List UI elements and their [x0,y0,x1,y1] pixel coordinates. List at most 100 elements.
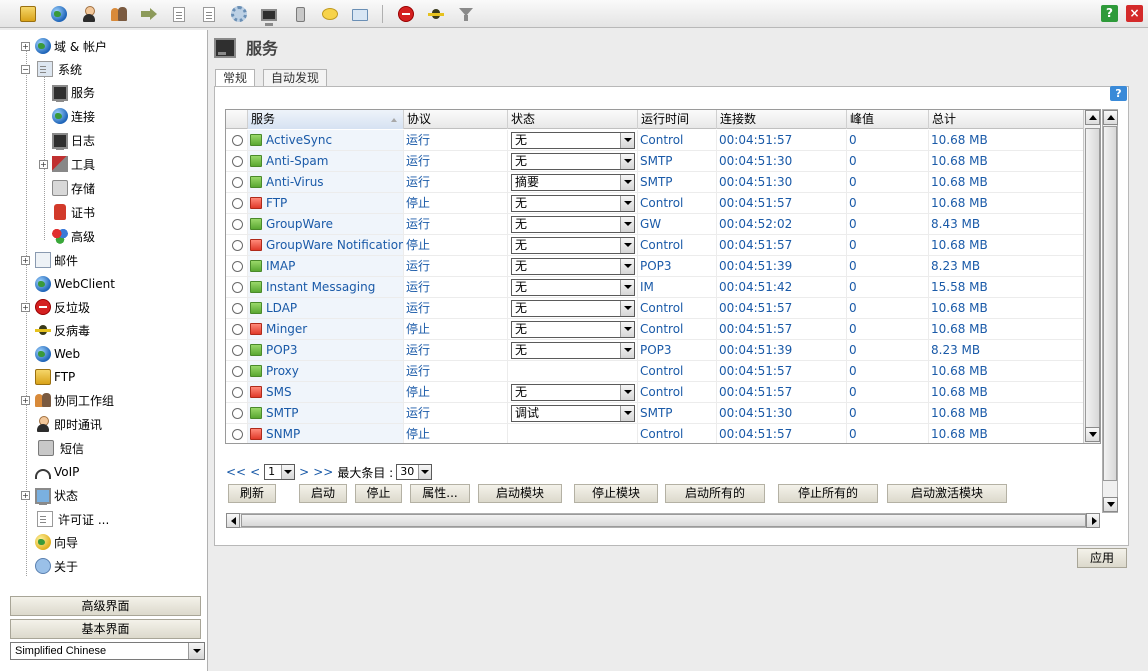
log-level-select[interactable]: 无 [511,153,635,170]
table-row[interactable]: IMAP 运行无 POP3 00:04:51:39 0 8.23 MB [226,256,1084,277]
scroll-up-icon[interactable] [1085,110,1100,125]
expand-toggle[interactable]: + [21,256,30,265]
advanced-ui-button[interactable]: 高级界面 [10,596,201,616]
row-radio[interactable] [232,198,243,209]
gear-icon[interactable] [229,4,249,24]
column-header-uptime[interactable]: 运行时间 [638,110,717,129]
row-radio[interactable] [232,408,243,419]
table-row[interactable]: GroupWare 运行无 GW 00:04:52:02 0 8.43 MB [226,214,1084,235]
log-level-select[interactable]: 无 [511,132,635,149]
table-row[interactable]: Minger 停止无 Control 00:04:51:57 0 10.68 MB [226,319,1084,340]
row-radio[interactable] [232,135,243,146]
scroll-left-icon[interactable] [226,513,240,528]
phone-icon[interactable] [290,4,310,24]
collapse-toggle[interactable]: − [21,65,30,74]
start-active-modules-button[interactable]: 启动激活模块 [887,484,1007,503]
tab-autodiscover[interactable]: 自动发现 [263,69,328,87]
log-level-select[interactable]: 调试 [511,405,635,422]
scroll-right-icon[interactable] [1086,513,1100,528]
sidebar-item-ftp[interactable]: FTP [35,367,75,387]
row-radio[interactable] [232,219,243,230]
column-header-total[interactable]: 总计 [929,110,1084,129]
log-level-select[interactable]: 无 [511,300,635,317]
sidebar-item-web[interactable]: Web [35,344,80,364]
start-module-button[interactable]: 启动模块 [478,484,562,503]
help-icon[interactable]: ? [1110,86,1127,101]
table-row[interactable]: POP3 运行无 POP3 00:04:51:39 0 8.23 MB [226,340,1084,361]
scrollbar-thumb[interactable] [241,514,1086,527]
stop-all-button[interactable]: 停止所有的 [778,484,878,503]
page-select[interactable]: 1 [264,464,296,480]
properties-button[interactable]: 属性... [410,484,470,503]
table-row[interactable]: Instant Messaging 运行无 IM 00:04:51:42 0 15.58 … [226,277,1084,298]
sidebar-item-instant-messaging[interactable]: 即时通讯 [35,414,102,434]
prev-page-link[interactable]: < [250,465,260,479]
folder-icon[interactable] [350,4,370,24]
column-header-protocol[interactable]: 协议 [404,110,508,129]
stop-module-button[interactable]: 停止模块 [574,484,658,503]
column-header-connections[interactable]: 连接数 [717,110,847,129]
sidebar-item-advanced[interactable]: 高级 [52,226,95,246]
column-header-peak[interactable]: 峰值 [847,110,929,129]
row-radio[interactable] [232,240,243,251]
sidebar-item-license[interactable]: 许可证 ... [35,509,109,529]
refresh-button[interactable]: 刷新 [228,484,276,503]
monitor-icon[interactable] [259,4,279,26]
table-row[interactable]: Anti-Spam 运行无 SMTP 00:04:51:30 0 10.68 MB [226,151,1084,172]
expand-toggle[interactable]: + [39,160,48,169]
basic-ui-button[interactable]: 基本界面 [10,619,201,639]
sidebar-item-voip[interactable]: VoIP [35,462,79,482]
expand-toggle[interactable]: + [21,396,30,405]
sidebar-item-certificates[interactable]: 证书 [52,202,95,222]
last-page-link[interactable]: >> [313,465,333,479]
sidebar-item-webclient[interactable]: WebClient [35,274,115,294]
panel-horizontal-scrollbar[interactable] [226,513,1100,528]
panel-vertical-scrollbar[interactable] [1102,109,1118,513]
apply-button[interactable]: 应用 [1077,548,1127,568]
log-level-select[interactable]: 摘要 [511,174,635,191]
row-radio[interactable] [232,282,243,293]
row-radio[interactable] [232,303,243,314]
expand-toggle[interactable]: + [21,42,30,51]
table-row[interactable]: SMTP 运行 调试 SMTP 00:04:51:30 0 10.68 MB [226,403,1084,424]
sidebar-item-domains[interactable]: 域 & 帐户 [35,36,107,56]
log-level-select[interactable]: 无 [511,216,635,233]
column-header-status[interactable]: 状态 [508,110,638,129]
log-level-select[interactable]: 无 [511,195,635,212]
row-radio[interactable] [232,429,243,440]
row-radio[interactable] [232,261,243,272]
sidebar-item-mail[interactable]: 邮件 [35,250,78,270]
table-row[interactable]: ActiveSync 运行无 Control 00:04:51:57 0 10.68 MB [226,130,1084,151]
log-level-select[interactable]: 无 [511,384,635,401]
sidebar-item-antivirus[interactable]: 反病毒 [35,320,90,340]
sidebar-item-sms[interactable]: 短信 [35,438,84,458]
chat-bubble-icon[interactable] [320,4,340,24]
table-row[interactable]: LDAP 运行无 Control 00:04:51:57 0 10.68 MB [226,298,1084,319]
sidebar-item-services[interactable]: 服务 [52,82,95,102]
scrollbar-thumb[interactable] [1103,126,1117,481]
table-row[interactable]: FTP 停止无 Control 00:04:51:57 0 10.68 MB [226,193,1084,214]
start-all-button[interactable]: 启动所有的 [665,484,765,503]
row-radio[interactable] [232,366,243,377]
start-button[interactable]: 启动 [299,484,347,503]
sidebar-item-status[interactable]: 状态 [35,485,78,505]
log-level-select[interactable]: 无 [511,279,635,296]
globe-icon[interactable] [49,4,69,24]
log-level-select[interactable]: 无 [511,342,635,359]
expand-toggle[interactable]: + [21,303,30,312]
close-icon[interactable]: × [1126,5,1143,22]
scroll-down-icon[interactable] [1085,427,1100,442]
row-radio[interactable] [232,156,243,167]
sidebar-item-storage[interactable]: 存储 [52,178,95,198]
row-radio[interactable] [232,345,243,356]
sidebar-item-antispam[interactable]: 反垃圾 [35,297,90,317]
stop-icon[interactable] [396,4,416,24]
table-row[interactable]: Proxy 运行 Control 00:04:51:57 0 10.68 MB [226,361,1084,382]
log-level-select[interactable]: 无 [511,321,635,338]
forward-arrow-icon[interactable] [139,4,159,24]
sidebar-item-wizard[interactable]: 向导 [35,532,78,552]
sidebar-item-groupware[interactable]: 协同工作组 [35,390,114,410]
antivirus-icon[interactable] [426,4,446,24]
language-select[interactable]: Simplified Chinese [10,642,205,660]
table-row[interactable]: Anti-Virus 运行 摘要 SMTP 00:04:51:30 0 10.68 MB [226,172,1084,193]
